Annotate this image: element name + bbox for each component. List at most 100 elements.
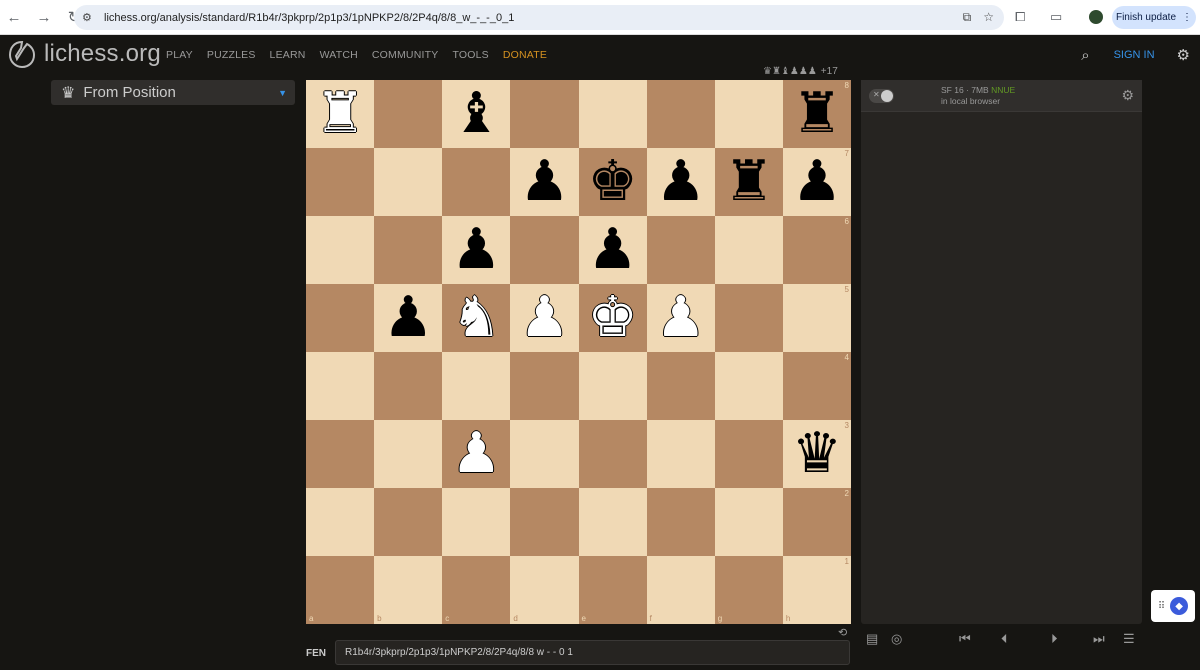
square-b8[interactable]: [374, 80, 443, 148]
square-h5[interactable]: 5: [782, 284, 851, 352]
square-g4[interactable]: [714, 352, 783, 420]
square-b7[interactable]: [374, 148, 443, 216]
black-bishop-icon[interactable]: ♝: [451, 86, 501, 142]
square-f1[interactable]: f: [646, 556, 715, 624]
search-icon[interactable]: ⌕: [1081, 47, 1089, 64]
square-g7[interactable]: ♜: [714, 148, 783, 216]
square-b3[interactable]: [374, 420, 443, 488]
flip-board-icon[interactable]: ⟲: [838, 626, 847, 639]
square-e1[interactable]: e: [578, 556, 647, 624]
white-rook-icon[interactable]: ♜: [315, 86, 365, 142]
square-c3[interactable]: ♟: [442, 420, 511, 488]
site-logo[interactable]: lichess.org: [8, 39, 161, 69]
settings-gear-icon[interactable]: ⚙: [1177, 46, 1190, 64]
square-f8[interactable]: [646, 80, 715, 148]
black-pawn-icon[interactable]: ♟: [792, 154, 842, 210]
engine-toggle[interactable]: ✕: [869, 89, 894, 103]
square-f3[interactable]: [646, 420, 715, 488]
square-e2[interactable]: [578, 488, 647, 556]
square-g3[interactable]: [714, 420, 783, 488]
square-a5[interactable]: [306, 284, 375, 352]
sign-in-link[interactable]: SIGN IN: [1114, 49, 1155, 61]
back-icon[interactable]: ←: [2, 5, 26, 29]
square-c7[interactable]: [442, 148, 511, 216]
square-b1[interactable]: b: [374, 556, 443, 624]
extensions-icon[interactable]: ⧠: [1015, 9, 1025, 25]
install-app-icon[interactable]: ⧉: [963, 10, 972, 25]
address-bar[interactable]: ⚙ lichess.org/analysis/standard/R1b4r/3p…: [74, 5, 1004, 30]
square-g6[interactable]: [714, 216, 783, 284]
black-pawn-icon[interactable]: ♟: [656, 154, 706, 210]
square-c8[interactable]: ♝: [442, 80, 511, 148]
square-a6[interactable]: [306, 216, 375, 284]
reading-list-icon[interactable]: ▭: [1050, 9, 1062, 25]
square-b2[interactable]: [374, 488, 443, 556]
square-e3[interactable]: [578, 420, 647, 488]
square-d4[interactable]: [510, 352, 579, 420]
square-e7[interactable]: ♚: [578, 148, 647, 216]
square-h6[interactable]: 6: [782, 216, 851, 284]
variant-select[interactable]: ♛ From Position ▼: [51, 80, 295, 105]
first-move-icon[interactable]: ⏮: [959, 631, 971, 647]
square-a8[interactable]: ♜: [306, 80, 375, 148]
black-rook-icon[interactable]: ♜: [792, 86, 842, 142]
square-f4[interactable]: [646, 352, 715, 420]
square-h8[interactable]: ♜ 8: [782, 80, 851, 148]
white-pawn-icon[interactable]: ♟: [519, 290, 569, 346]
next-move-icon[interactable]: ⏵: [1051, 631, 1058, 647]
square-a7[interactable]: [306, 148, 375, 216]
black-pawn-icon[interactable]: ♟: [383, 290, 433, 346]
nav-learn[interactable]: LEARN: [270, 49, 306, 61]
book-icon[interactable]: ▤: [866, 631, 878, 647]
square-b6[interactable]: [374, 216, 443, 284]
white-king-icon[interactable]: ♚: [587, 290, 637, 346]
forward-icon[interactable]: →: [32, 5, 56, 29]
square-c5[interactable]: ♞: [442, 284, 511, 352]
square-d2[interactable]: [510, 488, 579, 556]
square-f5[interactable]: ♟: [646, 284, 715, 352]
finish-update-button[interactable]: Finish update ⋮: [1112, 6, 1196, 29]
nav-puzzles[interactable]: PUZZLES: [207, 49, 256, 61]
square-c2[interactable]: [442, 488, 511, 556]
black-pawn-icon[interactable]: ♟: [587, 222, 637, 278]
nav-tools[interactable]: TOOLS: [452, 49, 488, 61]
square-d6[interactable]: [510, 216, 579, 284]
square-e8[interactable]: [578, 80, 647, 148]
square-g8[interactable]: [714, 80, 783, 148]
square-c6[interactable]: ♟: [442, 216, 511, 284]
square-d5[interactable]: ♟: [510, 284, 579, 352]
square-e5[interactable]: ♚: [578, 284, 647, 352]
square-g2[interactable]: [714, 488, 783, 556]
square-c1[interactable]: c: [442, 556, 511, 624]
square-f6[interactable]: [646, 216, 715, 284]
square-d3[interactable]: [510, 420, 579, 488]
prev-move-icon[interactable]: ⏴: [1001, 631, 1008, 647]
fen-input[interactable]: R1b4r/3pkprp/2p1p3/1pNPKP2/8/2P4q/8/8 w …: [335, 640, 850, 665]
target-icon[interactable]: ◎: [891, 631, 902, 647]
square-h4[interactable]: 4: [782, 352, 851, 420]
profile-avatar[interactable]: [1089, 10, 1103, 24]
nav-community[interactable]: COMMUNITY: [372, 49, 439, 61]
site-info-icon[interactable]: ⚙: [82, 11, 98, 24]
floating-extension-button[interactable]: ⠿ ◆: [1151, 590, 1195, 622]
square-e6[interactable]: ♟: [578, 216, 647, 284]
square-a3[interactable]: [306, 420, 375, 488]
black-king-icon[interactable]: ♚: [587, 154, 637, 210]
square-h7[interactable]: ♟ 7: [782, 148, 851, 216]
black-rook-icon[interactable]: ♜: [724, 154, 774, 210]
square-f7[interactable]: ♟: [646, 148, 715, 216]
square-d1[interactable]: d: [510, 556, 579, 624]
nav-donate[interactable]: DONATE: [503, 49, 547, 61]
square-h3[interactable]: ♛ 3: [782, 420, 851, 488]
white-pawn-icon[interactable]: ♟: [451, 426, 501, 482]
last-move-icon[interactable]: ⏭: [1093, 631, 1105, 647]
square-b4[interactable]: [374, 352, 443, 420]
menu-icon[interactable]: ☰: [1123, 631, 1135, 647]
black-queen-icon[interactable]: ♛: [792, 426, 842, 482]
black-pawn-icon[interactable]: ♟: [519, 154, 569, 210]
black-pawn-icon[interactable]: ♟: [451, 222, 501, 278]
white-pawn-icon[interactable]: ♟: [656, 290, 706, 346]
square-b5[interactable]: ♟: [374, 284, 443, 352]
engine-settings-icon[interactable]: ⚙: [1121, 87, 1134, 104]
nav-play[interactable]: PLAY: [166, 49, 193, 61]
